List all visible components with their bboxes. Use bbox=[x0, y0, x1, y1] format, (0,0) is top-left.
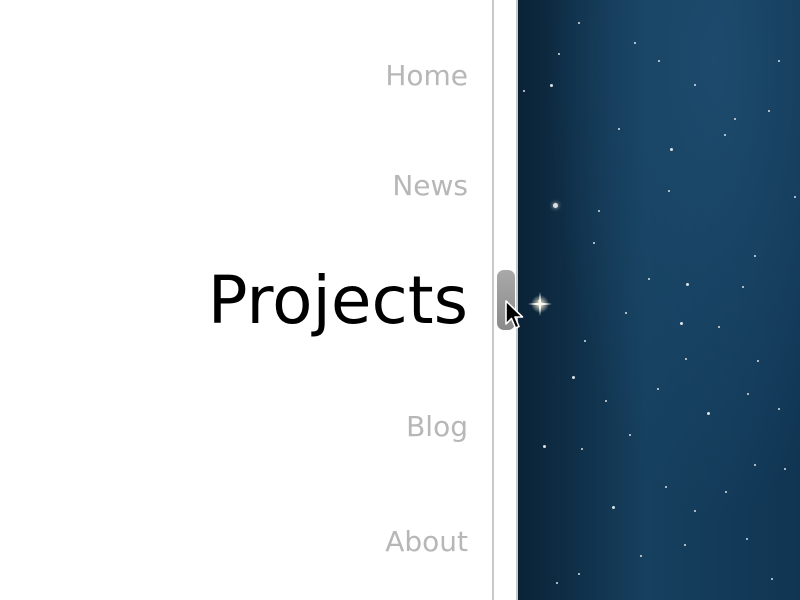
star-dot bbox=[538, 300, 540, 302]
slider-handle[interactable] bbox=[497, 270, 515, 330]
star-dot bbox=[581, 448, 583, 450]
star-dot bbox=[612, 506, 615, 509]
star-dot bbox=[578, 22, 580, 24]
star-dot bbox=[668, 190, 670, 192]
star-dot bbox=[685, 358, 687, 360]
star-dot bbox=[734, 118, 736, 120]
star-dot bbox=[694, 84, 696, 86]
star-dot bbox=[658, 60, 660, 62]
nav-item-news[interactable]: News bbox=[392, 172, 468, 200]
star-dot bbox=[771, 578, 773, 580]
star-dot bbox=[634, 42, 636, 44]
star-dot bbox=[784, 468, 786, 470]
star-dot bbox=[747, 393, 749, 395]
star-dot bbox=[593, 242, 595, 244]
star-dot bbox=[746, 538, 748, 540]
nav-item-projects[interactable]: Projects bbox=[208, 268, 468, 334]
star-dot bbox=[778, 408, 780, 410]
star-dot bbox=[757, 360, 759, 362]
star-dot bbox=[598, 210, 600, 212]
star-dot bbox=[694, 510, 696, 512]
star-dot bbox=[754, 464, 756, 466]
star-dot bbox=[523, 90, 525, 92]
app-root: Home News Projects Blog About bbox=[0, 0, 800, 600]
star-dot bbox=[543, 445, 546, 448]
star-dot bbox=[670, 148, 673, 151]
star-dot bbox=[768, 110, 770, 112]
navigation-menu: Home News Projects Blog About bbox=[0, 0, 492, 600]
star-dot bbox=[665, 486, 667, 488]
star-dot bbox=[618, 128, 620, 130]
star-dot bbox=[648, 278, 650, 280]
star-dot bbox=[718, 326, 720, 328]
star-dot bbox=[553, 203, 558, 208]
star-dot bbox=[794, 196, 796, 198]
star-dot bbox=[629, 434, 631, 436]
star-dot bbox=[625, 312, 627, 314]
star-dot bbox=[725, 491, 727, 493]
star-dot bbox=[605, 400, 607, 402]
star-dot bbox=[707, 412, 710, 415]
star-dot bbox=[550, 84, 553, 87]
star-dot bbox=[724, 134, 726, 136]
star-dot bbox=[572, 376, 575, 379]
starfield-background bbox=[518, 0, 800, 600]
star-dot bbox=[742, 286, 744, 288]
nav-item-home[interactable]: Home bbox=[385, 62, 468, 90]
star-dot bbox=[558, 53, 560, 55]
nav-item-about[interactable]: About bbox=[385, 528, 468, 556]
star-dot bbox=[680, 322, 683, 325]
star-dot bbox=[640, 555, 642, 557]
star-dot bbox=[657, 388, 659, 390]
star-dot bbox=[778, 60, 780, 62]
star-dot bbox=[578, 573, 580, 575]
star-dot bbox=[686, 283, 689, 286]
star-dot bbox=[684, 544, 686, 546]
star-dot bbox=[584, 340, 586, 342]
nav-item-blog[interactable]: Blog bbox=[406, 413, 468, 441]
star-dot bbox=[754, 255, 756, 257]
star-dot bbox=[556, 582, 558, 584]
